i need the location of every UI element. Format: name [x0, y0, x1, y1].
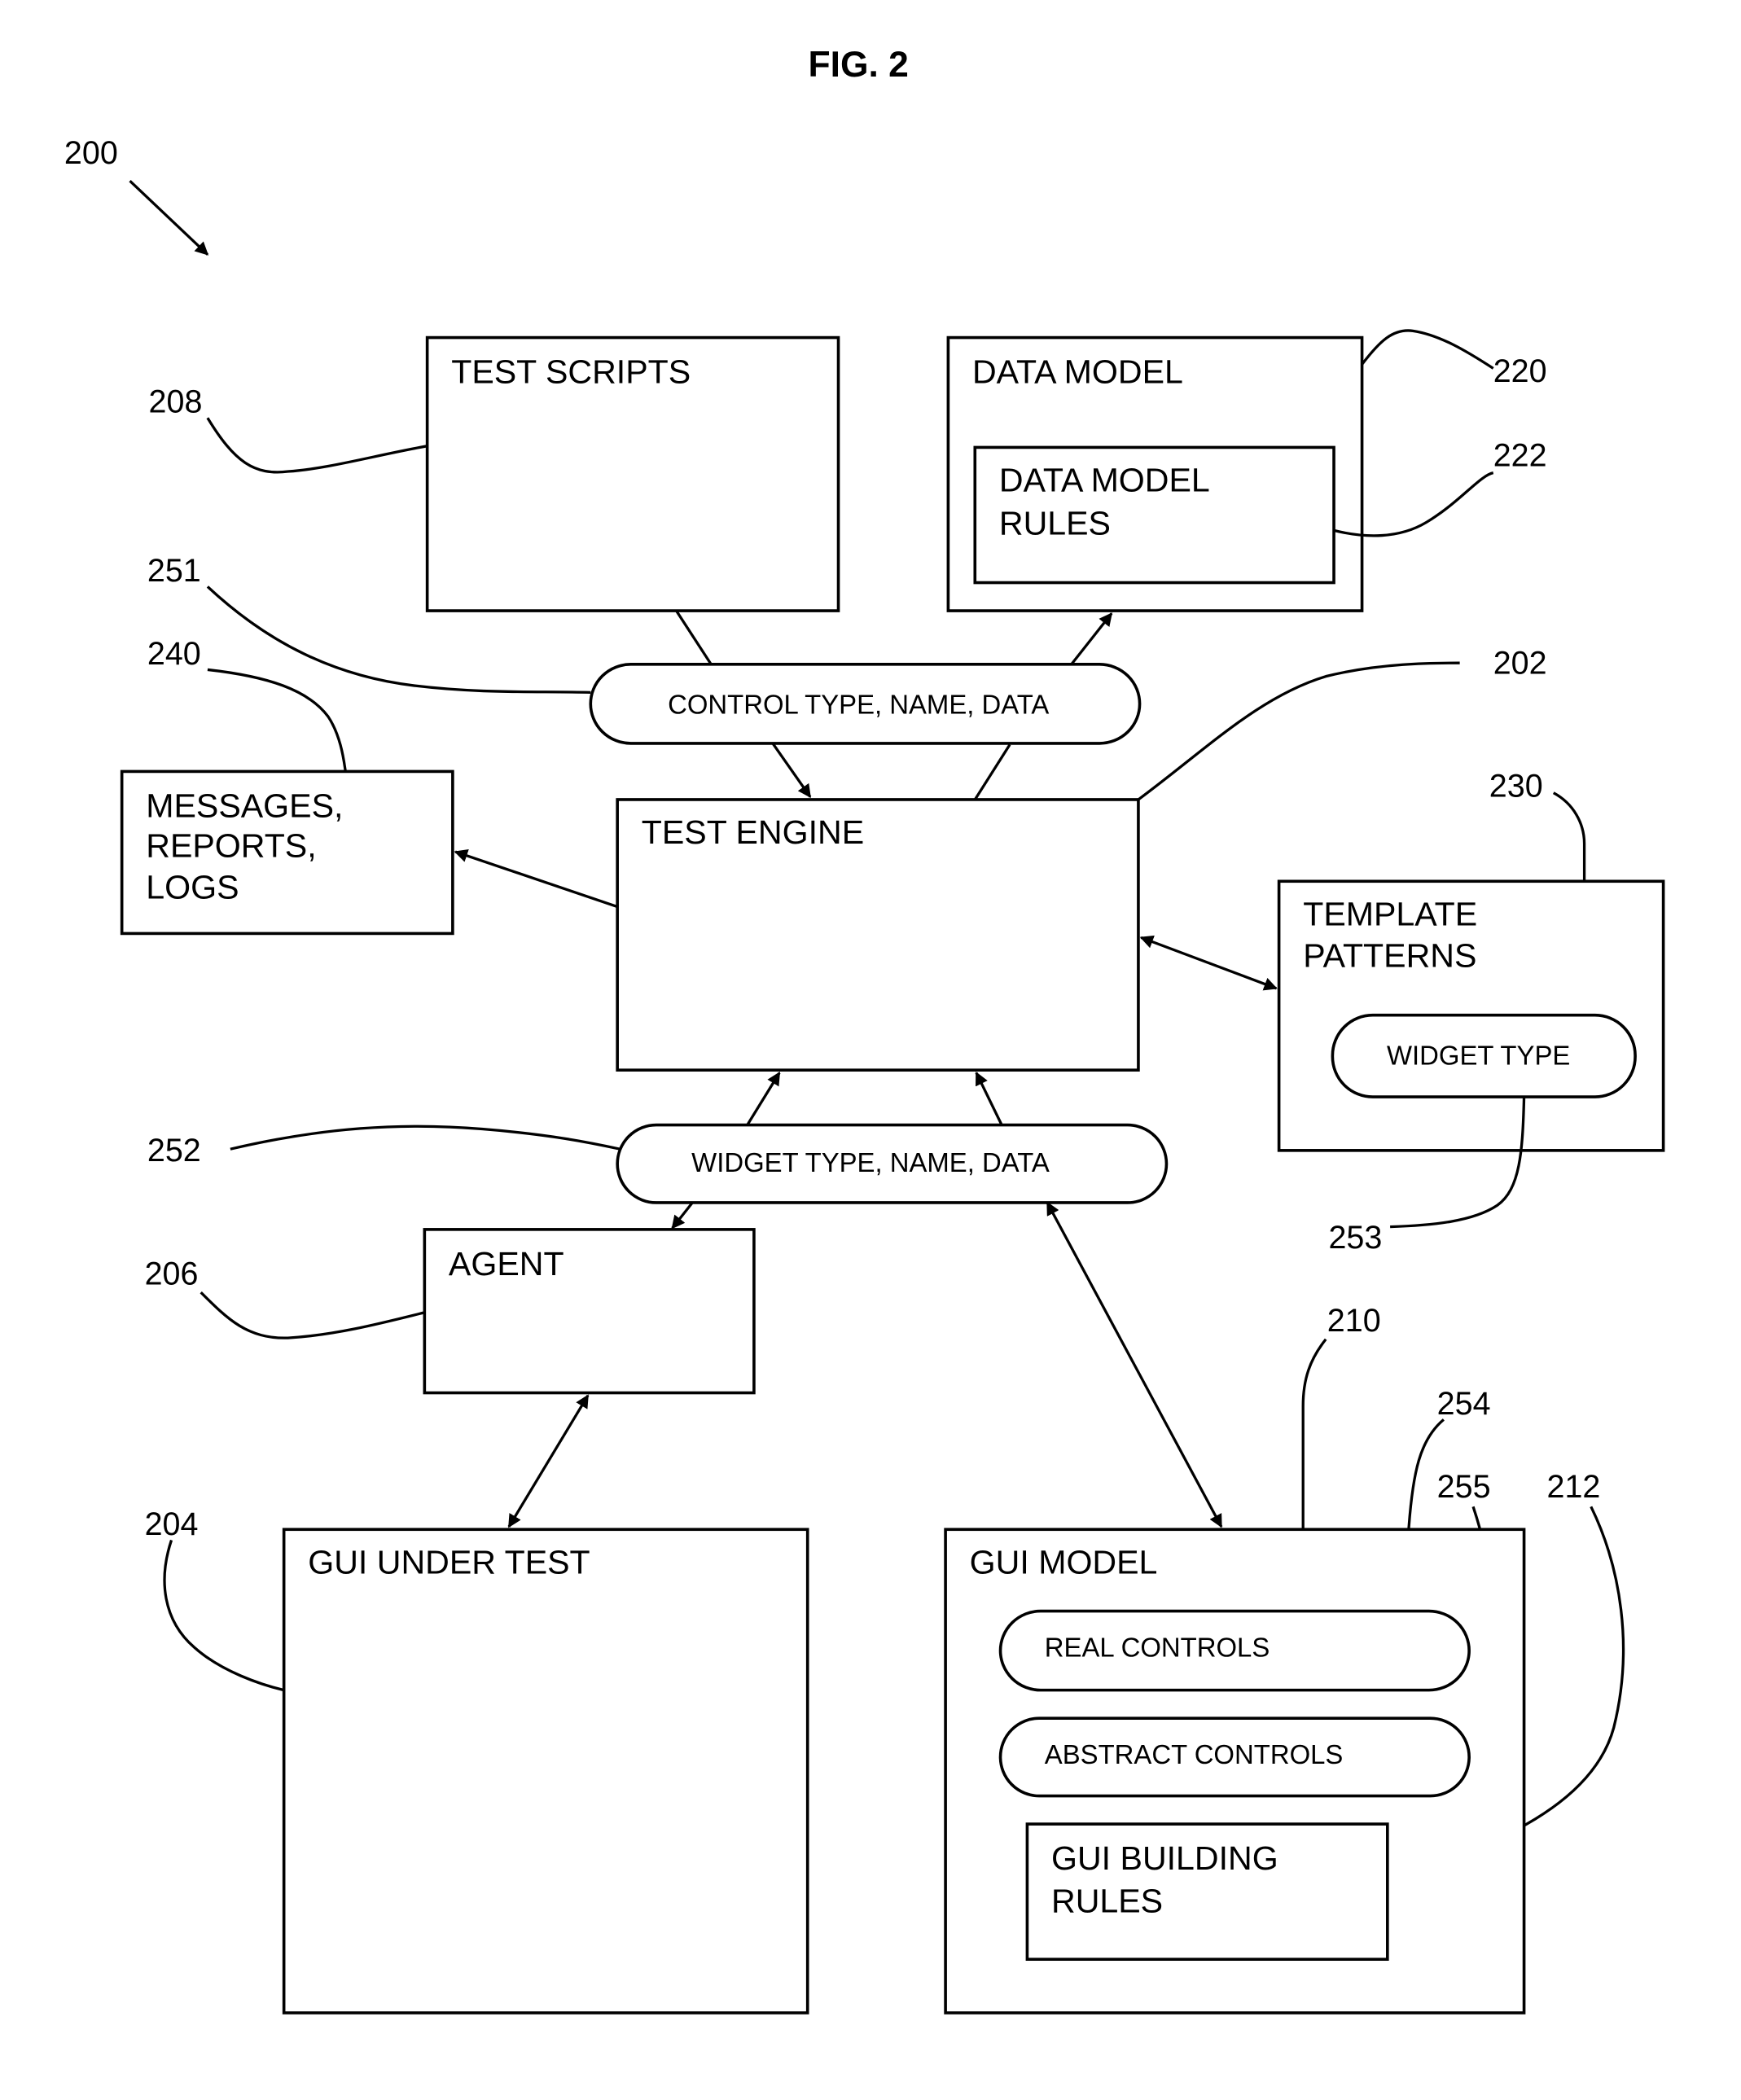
- data-model-rules-line2: RULES: [999, 504, 1111, 541]
- leader-240: [207, 668, 347, 772]
- ref-200-arrow: [129, 179, 209, 256]
- ref-251: 251: [147, 553, 201, 589]
- arrow-engine-templates: [1139, 935, 1278, 991]
- leader-252: [230, 1125, 621, 1151]
- leader-210: [1301, 1338, 1327, 1530]
- gui-building-rules-line2: RULES: [1051, 1883, 1163, 1920]
- arrow-control-to-engine: [771, 742, 812, 799]
- abstract-controls-label: ABSTRACT CONTROLS: [1045, 1739, 1344, 1769]
- messages-box: MESSAGES, REPORTS, LOGS: [120, 769, 454, 936]
- data-model-box: DATA MODEL DATA MODEL RULES: [946, 335, 1364, 612]
- connector-scripts-control: [675, 610, 713, 665]
- gui-under-test-box: GUI UNDER TEST: [282, 1528, 809, 2015]
- test-scripts-box: TEST SCRIPTS: [425, 335, 840, 612]
- data-model-label: DATA MODEL: [972, 353, 1183, 390]
- arrow-control-to-datamodel: [1070, 612, 1113, 665]
- ref-230: 230: [1489, 769, 1543, 804]
- arrow-widget-guimodel: [1046, 1201, 1223, 1528]
- arrow-widget-to-agent: [671, 1201, 694, 1230]
- ref-212: 212: [1547, 1469, 1601, 1505]
- messages-line2: REPORTS,: [146, 827, 316, 865]
- agent-box: AGENT: [423, 1228, 756, 1395]
- widget-data-label: WIDGET TYPE, NAME, DATA: [691, 1147, 1050, 1177]
- fig2-diagram: FIG. 2 200 TEST SCRIPTS 208 DATA MODEL D…: [64, 45, 1665, 2015]
- connector-engine-control: [973, 743, 1011, 800]
- leader-204: [163, 1539, 285, 1692]
- ref-253: 253: [1328, 1220, 1382, 1256]
- ref-252: 252: [147, 1133, 201, 1168]
- arrow-widget-to-engine-left: [746, 1072, 781, 1126]
- leader-230: [1552, 791, 1586, 882]
- arrow-engine-to-messages: [454, 849, 618, 909]
- real-controls-label: REAL CONTROLS: [1045, 1633, 1270, 1663]
- ref-255: 255: [1437, 1469, 1491, 1505]
- ref-210: 210: [1327, 1303, 1381, 1339]
- ref-204: 204: [145, 1506, 199, 1542]
- ref-254: 254: [1437, 1386, 1491, 1422]
- gui-under-test-label: GUI UNDER TEST: [308, 1544, 590, 1581]
- control-type-label: CONTROL TYPE, NAME, DATA: [668, 690, 1049, 720]
- ref-208: 208: [149, 384, 203, 420]
- gui-model-box: GUI MODEL REAL CONTROLS ABSTRACT CONTROL…: [944, 1528, 1526, 2015]
- ref-200: 200: [64, 135, 118, 171]
- template-patterns-line1: TEMPLATE: [1303, 896, 1477, 933]
- leader-208: [206, 417, 428, 474]
- agent-label: AGENT: [449, 1245, 564, 1282]
- leader-206: [200, 1291, 425, 1339]
- test-engine-label: TEST ENGINE: [642, 813, 864, 851]
- leader-202: [1137, 661, 1460, 801]
- data-model-rules-line1: DATA MODEL: [999, 462, 1210, 499]
- arrow-agent-gui: [507, 1394, 590, 1528]
- test-scripts-label: TEST SCRIPTS: [451, 353, 691, 390]
- messages-line3: LOGS: [146, 869, 239, 906]
- ref-220: 220: [1493, 353, 1547, 389]
- widget-type-oval-label: WIDGET TYPE: [1387, 1041, 1570, 1071]
- ref-206: 206: [145, 1256, 199, 1291]
- arrow-widget-to-engine-right: [975, 1071, 1003, 1126]
- messages-line1: MESSAGES,: [146, 787, 343, 824]
- control-type-oval: CONTROL TYPE, NAME, DATA: [589, 663, 1142, 745]
- ref-202: 202: [1493, 645, 1547, 681]
- figure-title: FIG. 2: [809, 45, 909, 85]
- gui-building-rules-line1: GUI BUILDING: [1051, 1839, 1278, 1877]
- ref-222: 222: [1493, 437, 1547, 473]
- leader-220: [1361, 329, 1494, 370]
- template-patterns-box: TEMPLATE PATTERNS WIDGET TYPE: [1277, 879, 1665, 1152]
- template-patterns-line2: PATTERNS: [1303, 937, 1476, 975]
- test-engine-box: TEST ENGINE: [616, 798, 1140, 1072]
- ref-240: 240: [147, 636, 201, 672]
- gui-model-label: GUI MODEL: [970, 1544, 1158, 1581]
- widget-data-oval: WIDGET TYPE, NAME, DATA: [616, 1123, 1169, 1204]
